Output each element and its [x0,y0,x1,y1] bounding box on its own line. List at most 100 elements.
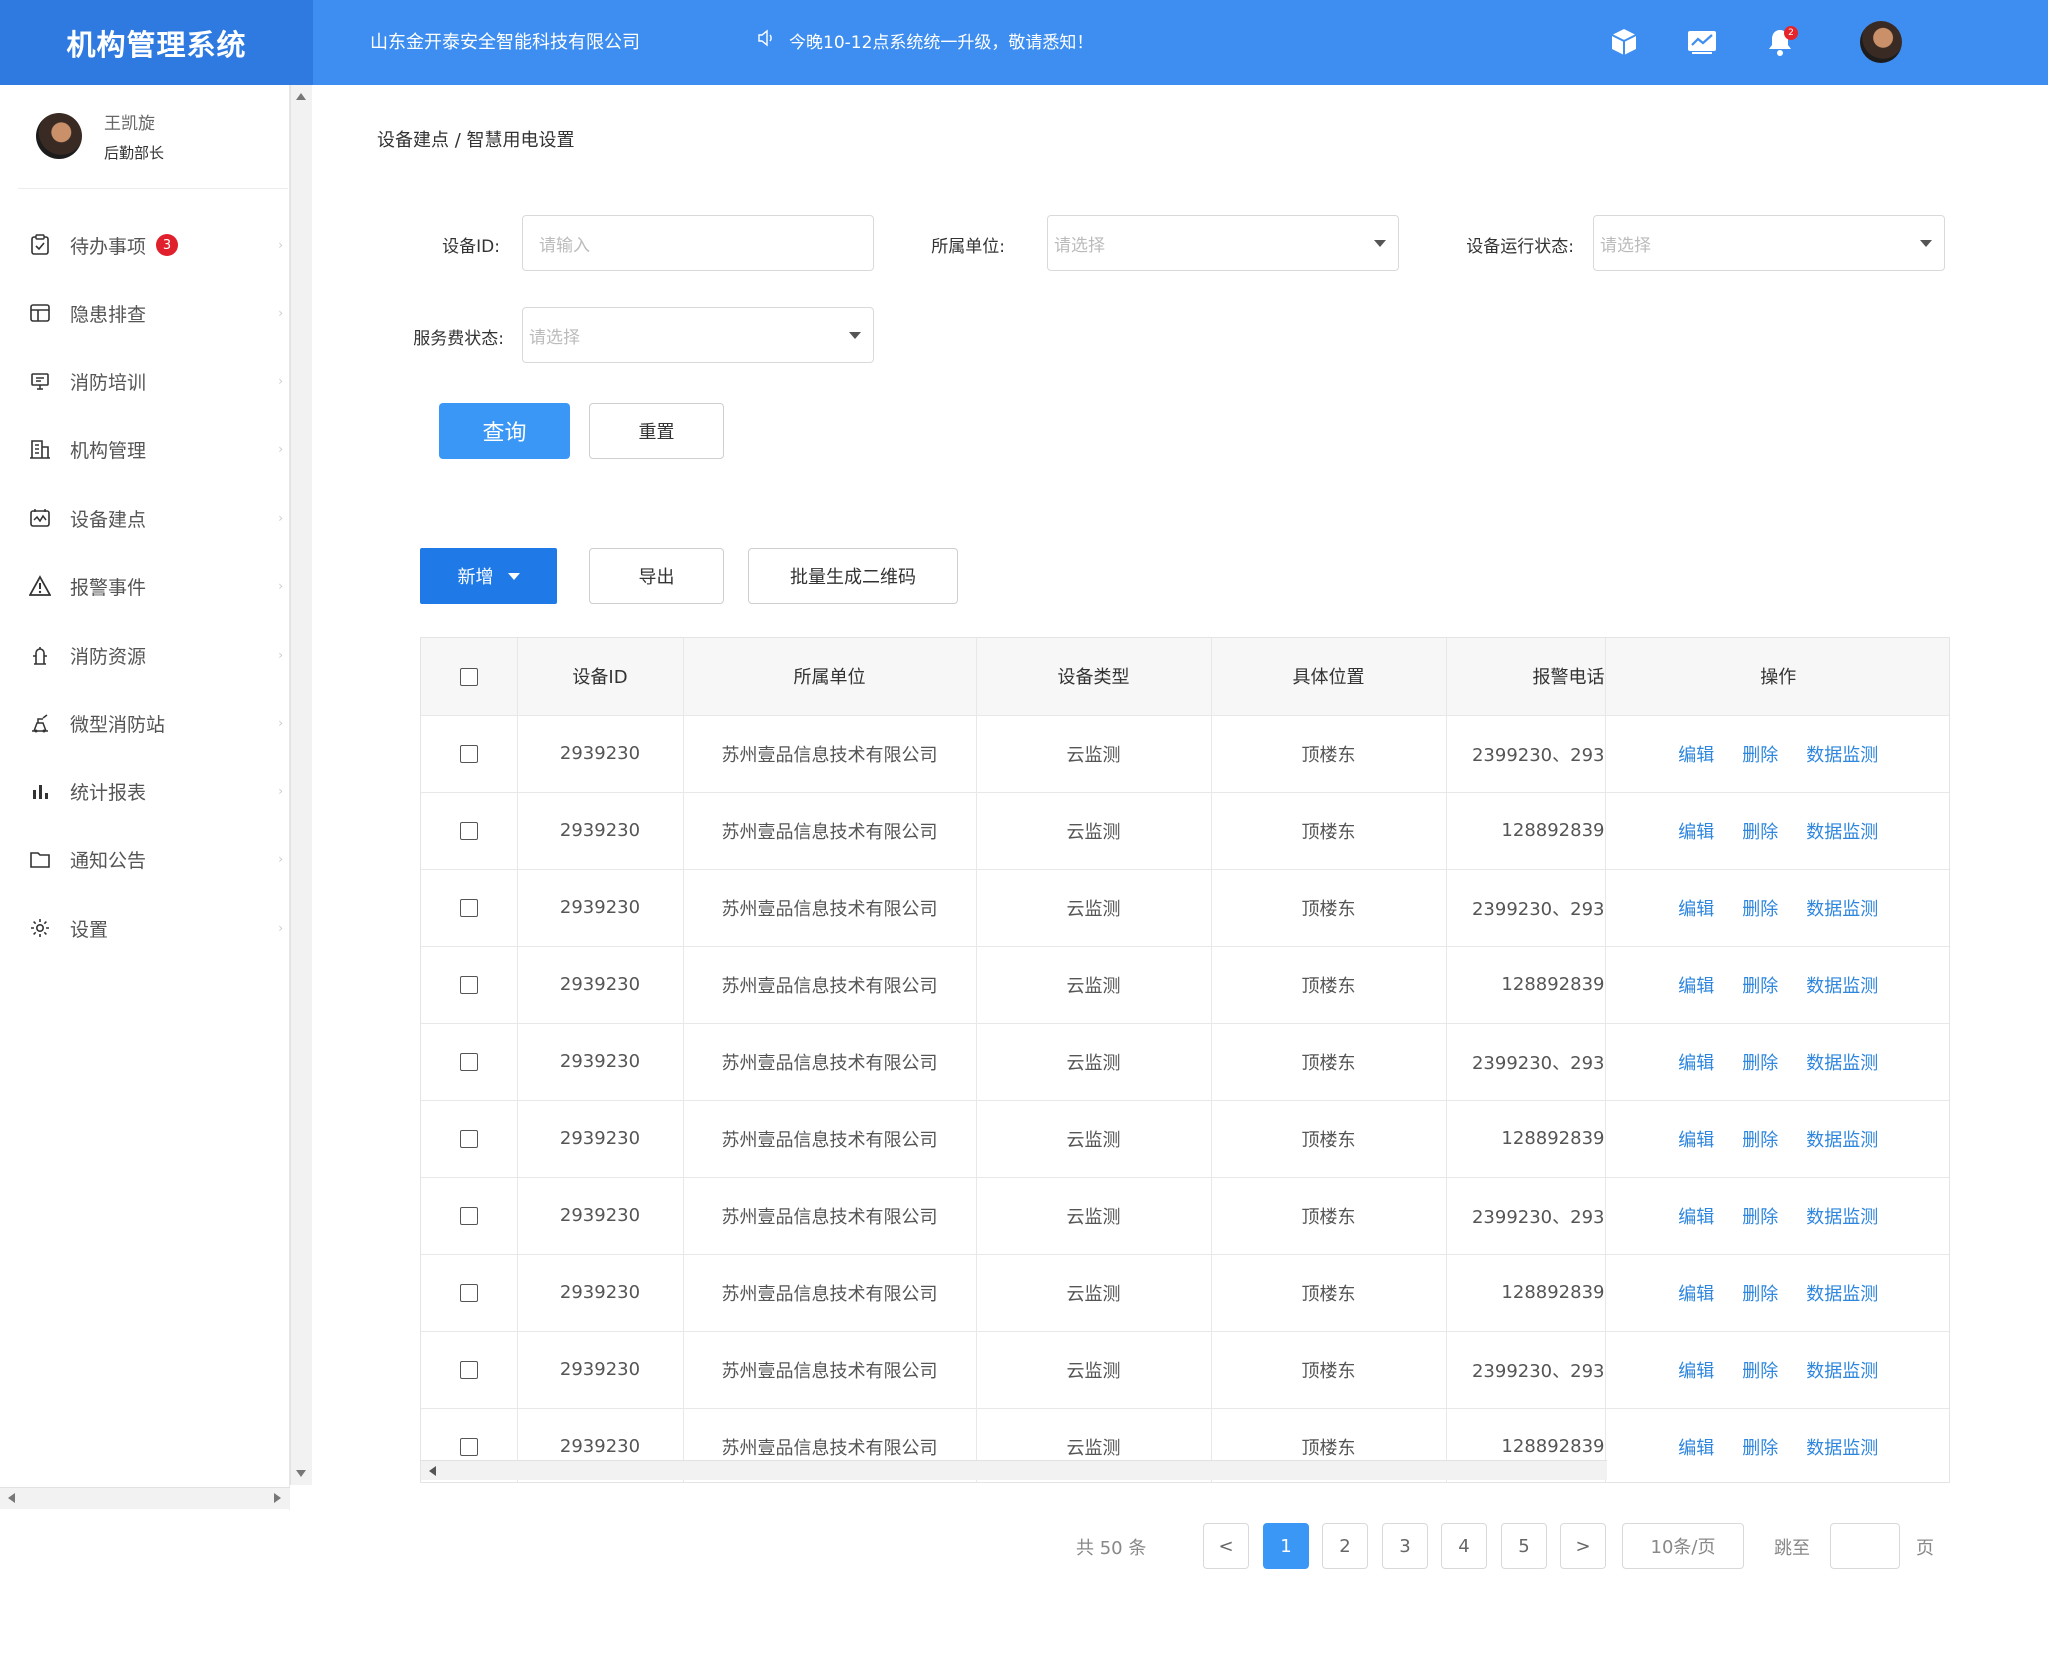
sidebar-item-fire-resources[interactable]: 消防资源 › [28,635,283,675]
delete-link[interactable]: 删除 [1742,1284,1778,1305]
sidebar-item-statistics[interactable]: 统计报表 › [28,771,283,811]
delete-link[interactable]: 删除 [1742,1053,1778,1074]
delete-link[interactable]: 删除 [1742,899,1778,920]
row-checkbox[interactable] [459,976,478,994]
batch-qr-button[interactable]: 批量生成二维码 [748,548,958,604]
location-cell: 顶楼东 [1211,946,1447,1024]
cube-icon[interactable] [1604,22,1644,62]
sidebar-item-fire-training[interactable]: 消防培训 › [28,361,283,401]
page-button-2[interactable]: 2 [1322,1523,1368,1569]
page-button-3[interactable]: 3 [1382,1523,1428,1569]
scroll-down-icon[interactable] [296,1470,306,1477]
data-monitor-link[interactable]: 数据监测 [1806,1284,1878,1305]
row-checkbox[interactable] [459,1284,478,1302]
row-checkbox[interactable] [459,1130,478,1148]
row-checkbox[interactable] [459,745,478,763]
edit-link[interactable]: 编辑 [1678,976,1714,997]
data-monitor-link[interactable]: 数据监测 [1806,1438,1878,1459]
data-monitor-link[interactable]: 数据监测 [1806,1130,1878,1151]
delete-link[interactable]: 删除 [1742,1361,1778,1382]
delete-link[interactable]: 删除 [1742,745,1778,766]
row-checkbox[interactable] [459,1361,478,1379]
edit-link[interactable]: 编辑 [1678,822,1714,843]
scroll-left-icon[interactable] [8,1493,15,1503]
delete-link[interactable]: 删除 [1742,1130,1778,1151]
sidebar-item-hazard-check[interactable]: 隐患排查 › [28,293,283,333]
sidebar-item-todo[interactable]: 待办事项 3 › [28,225,283,265]
sidebar-item-settings[interactable]: 设置 › [28,908,283,948]
row-checkbox[interactable] [459,1207,478,1225]
scroll-left-icon[interactable] [429,1466,436,1476]
row-checkbox[interactable] [459,1438,478,1456]
page-size-select[interactable]: 10条/页 [1622,1523,1744,1569]
notification-bell-icon[interactable]: 2 [1760,22,1800,62]
query-button[interactable]: 查询 [439,403,570,459]
edit-link[interactable]: 编辑 [1678,1284,1714,1305]
sidebar-item-label: 统计报表 [70,781,147,804]
user-avatar[interactable] [1860,21,1902,63]
row-checkbox[interactable] [459,822,478,840]
scroll-up-icon[interactable] [296,93,306,100]
page-button-5[interactable]: 5 [1501,1523,1547,1569]
trend-chart-icon[interactable] [1682,22,1722,62]
sidebar-item-announcements[interactable]: 通知公告 › [28,839,283,879]
chevron-right-icon: › [278,511,283,525]
sidebar-item-org-management[interactable]: 机构管理 › [28,429,283,469]
table-horizontal-scrollbar[interactable] [421,1460,1607,1480]
prev-page-button[interactable]: < [1203,1523,1249,1569]
phone-cell: 128892839 [1446,946,1606,1024]
table-row: 2939230 苏州壹品信息技术有限公司 云监测 顶楼东 2399230、293 编辑 删除… [421,1023,1949,1101]
data-monitor-link[interactable]: 数据监测 [1806,976,1878,997]
delete-link[interactable]: 删除 [1742,1207,1778,1228]
app-title: 机构管理系统 [0,0,313,85]
row-checkbox[interactable] [459,1053,478,1071]
data-monitor-link[interactable]: 数据监测 [1806,1207,1878,1228]
unit-select[interactable]: 请选择 [1047,215,1399,271]
sidebar-horizontal-scrollbar[interactable] [0,1487,290,1509]
edit-link[interactable]: 编辑 [1678,745,1714,766]
sidebar-item-alarm-events[interactable]: 报警事件 › [28,566,283,606]
edit-link[interactable]: 编辑 [1678,1361,1714,1382]
data-monitor-link[interactable]: 数据监测 [1806,1361,1878,1382]
phone-cell: 2399230、293 [1446,1023,1606,1101]
delete-link[interactable]: 删除 [1742,1438,1778,1459]
data-monitor-link[interactable]: 数据监测 [1806,899,1878,920]
location-cell: 顶楼东 [1211,1023,1447,1101]
unit-cell: 苏州壹品信息技术有限公司 [683,946,977,1024]
delete-link[interactable]: 删除 [1742,976,1778,997]
status-select[interactable]: 请选择 [1593,215,1945,271]
sidebar-item-device-setup[interactable]: 设备建点 › [28,498,283,538]
add-button[interactable]: 新增 [420,548,557,604]
company-name: 山东金开泰安全智能科技有限公司 [370,32,640,53]
export-button[interactable]: 导出 [589,548,724,604]
actions-cell: 编辑 删除 数据监测 [1605,1331,1949,1409]
sidebar-item-mini-fire-station[interactable]: 微型消防站 › [28,703,283,743]
device-id-input[interactable]: 请输入 [522,215,874,271]
edit-link[interactable]: 编辑 [1678,1207,1714,1228]
chevron-right-icon: › [278,784,283,798]
type-cell: 云监测 [976,946,1212,1024]
edit-link[interactable]: 编辑 [1678,1130,1714,1151]
data-monitor-link[interactable]: 数据监测 [1806,745,1878,766]
actions-cell: 编辑 删除 数据监测 [1605,792,1949,870]
data-monitor-link[interactable]: 数据监测 [1806,1053,1878,1074]
fee-status-select[interactable]: 请选择 [522,307,874,363]
device-monitor-icon [28,506,52,530]
row-checkbox[interactable] [459,899,478,917]
jump-page-input[interactable] [1830,1523,1900,1569]
page-button-4[interactable]: 4 [1441,1523,1487,1569]
page-button-1[interactable]: 1 [1263,1523,1309,1569]
edit-link[interactable]: 编辑 [1678,1438,1714,1459]
data-monitor-link[interactable]: 数据监测 [1806,822,1878,843]
clipboard-check-icon [28,233,52,257]
next-page-button[interactable]: > [1560,1523,1606,1569]
unit-cell: 苏州壹品信息技术有限公司 [683,1023,977,1101]
location-cell: 顶楼东 [1211,869,1447,947]
sidebar-vertical-scrollbar[interactable] [290,85,312,1485]
delete-link[interactable]: 删除 [1742,822,1778,843]
edit-link[interactable]: 编辑 [1678,899,1714,920]
select-all-checkbox[interactable] [459,667,478,686]
scroll-right-icon[interactable] [274,1493,281,1503]
edit-link[interactable]: 编辑 [1678,1053,1714,1074]
reset-button[interactable]: 重置 [589,403,724,459]
